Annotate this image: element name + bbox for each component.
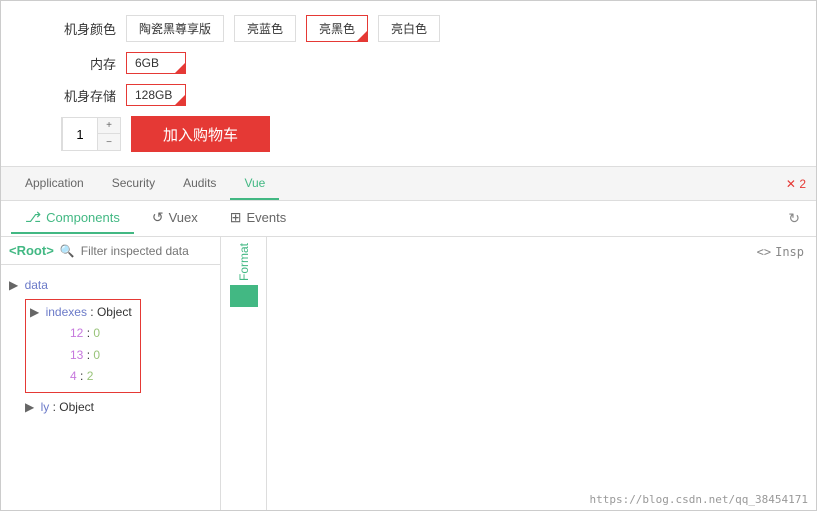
devtools-toolbar-right: ✕ 2	[778, 177, 806, 191]
ly-key: ly	[41, 400, 50, 414]
devtools-tabbar: Application Security Audits Vue ✕ 2	[1, 167, 816, 201]
ly-item: ▶ ly : Object	[25, 397, 212, 419]
memory-row: 内存 6GB	[61, 52, 756, 74]
sub-tab-components-label: Components	[46, 210, 120, 225]
components-icon: ⎇	[25, 209, 41, 226]
tab-security[interactable]: Security	[98, 168, 169, 200]
val-12: 0	[93, 326, 100, 340]
devtools-tabs-left: Application Security Audits Vue	[11, 168, 279, 200]
data-key: data	[25, 278, 48, 292]
color-row: 机身颜色 陶瓷黑尊享版 亮蓝色 亮黑色 亮白色	[61, 15, 756, 42]
data-node: ▶ data ▶ indexes : Object	[1, 271, 220, 423]
format-label: Format	[237, 243, 251, 281]
indexes-key: indexes	[46, 305, 87, 319]
inspect-area: <> Insp	[279, 245, 804, 259]
qty-decrease-btn[interactable]: −	[98, 134, 120, 150]
val-4: 2	[87, 369, 94, 383]
colon-1: :	[90, 305, 97, 319]
filter-input[interactable]	[81, 244, 221, 258]
sub-tab-events[interactable]: ⊞ Events	[216, 203, 300, 234]
ly-triangle[interactable]: ▶	[25, 400, 34, 414]
left-panel: <Root> 🔍 ▶ data	[1, 237, 221, 510]
tab-application[interactable]: Application	[11, 168, 98, 200]
right-panel: <> Insp https://blog.csdn.net/qq_3845417…	[267, 237, 816, 510]
main-container: 机身颜色 陶瓷黑尊享版 亮蓝色 亮黑色 亮白色 内存 6GB 机身存储 128G…	[0, 0, 817, 511]
sub-tab-vuex-label: Vuex	[169, 210, 198, 225]
data-children: ▶ indexes : Object 12 : 0	[9, 297, 212, 419]
tab-audits[interactable]: Audits	[169, 168, 230, 200]
search-icon: 🔍	[60, 244, 75, 258]
devtools-section: Application Security Audits Vue ✕ 2 ⎇ Co…	[1, 167, 816, 510]
index-12: 12 : 0	[50, 323, 132, 345]
index-4: 4 : 2	[50, 366, 132, 388]
events-icon: ⊞	[230, 209, 242, 226]
color-label: 机身颜色	[61, 19, 116, 38]
format-sidebar: Format	[221, 237, 267, 510]
tab-badge: ✕ 2	[786, 177, 806, 191]
devtools-content: <Root> 🔍 ▶ data	[1, 237, 816, 510]
refresh-button[interactable]: ↻	[782, 206, 806, 231]
storage-label: 机身存储	[61, 86, 116, 105]
index-13: 13 : 0	[50, 345, 132, 367]
sub-tab-events-label: Events	[246, 210, 286, 225]
qty-btn-group: + −	[98, 118, 120, 150]
data-root-item: ▶ data	[9, 275, 212, 297]
indexes-item: ▶ indexes : Object	[30, 302, 132, 324]
indexes-value: Object	[97, 305, 132, 319]
component-tree: ▶ data ▶ indexes : Object	[1, 265, 220, 510]
storage-value[interactable]: 128GB	[126, 84, 186, 106]
key-13: 13	[70, 348, 83, 362]
quantity-value: 1	[62, 118, 98, 150]
product-section: 机身颜色 陶瓷黑尊享版 亮蓝色 亮黑色 亮白色 内存 6GB 机身存储 128G…	[1, 1, 816, 167]
sub-tab-components[interactable]: ⎇ Components	[11, 203, 134, 234]
key-4: 4	[70, 369, 77, 383]
color-option-0[interactable]: 陶瓷黑尊享版	[126, 15, 224, 42]
index-children: 12 : 0 13 : 0	[30, 323, 132, 388]
quantity-control: 1 + −	[61, 117, 121, 151]
color-option-2[interactable]: 亮黑色	[306, 15, 368, 42]
vuex-icon: ↺	[152, 209, 164, 226]
sub-tabs-left: ⎇ Components ↺ Vuex ⊞ Events	[11, 203, 300, 234]
key-12: 12	[70, 326, 83, 340]
root-tag: <Root>	[9, 243, 54, 258]
indexes-box: ▶ indexes : Object 12 : 0	[25, 299, 141, 393]
memory-label: 内存	[61, 54, 116, 73]
url-text: https://blog.csdn.net/qq_38454171	[589, 493, 808, 506]
inspect-label: Insp	[775, 245, 804, 259]
inspect-icon: <>	[757, 245, 771, 259]
sub-tab-vuex[interactable]: ↺ Vuex	[138, 203, 212, 234]
expand-triangle[interactable]: ▶	[9, 278, 18, 292]
memory-value[interactable]: 6GB	[126, 52, 186, 74]
add-to-cart-button[interactable]: 加入购物车	[131, 116, 270, 152]
left-panel-toolbar: <Root> 🔍	[1, 237, 220, 265]
tab-vue[interactable]: Vue	[230, 168, 279, 200]
color-option-3[interactable]: 亮白色	[378, 15, 440, 42]
storage-row: 机身存储 128GB	[61, 84, 756, 106]
colon-4: :	[80, 369, 87, 383]
sub-tabbar: ⎇ Components ↺ Vuex ⊞ Events ↻	[1, 201, 816, 237]
format-color-bar	[230, 285, 258, 307]
ly-value: Object	[59, 400, 94, 414]
qty-increase-btn[interactable]: +	[98, 118, 120, 134]
val-13: 0	[93, 348, 100, 362]
quantity-row: 1 + − 加入购物车	[61, 116, 756, 152]
color-option-1[interactable]: 亮蓝色	[234, 15, 296, 42]
indexes-triangle[interactable]: ▶	[30, 305, 39, 319]
